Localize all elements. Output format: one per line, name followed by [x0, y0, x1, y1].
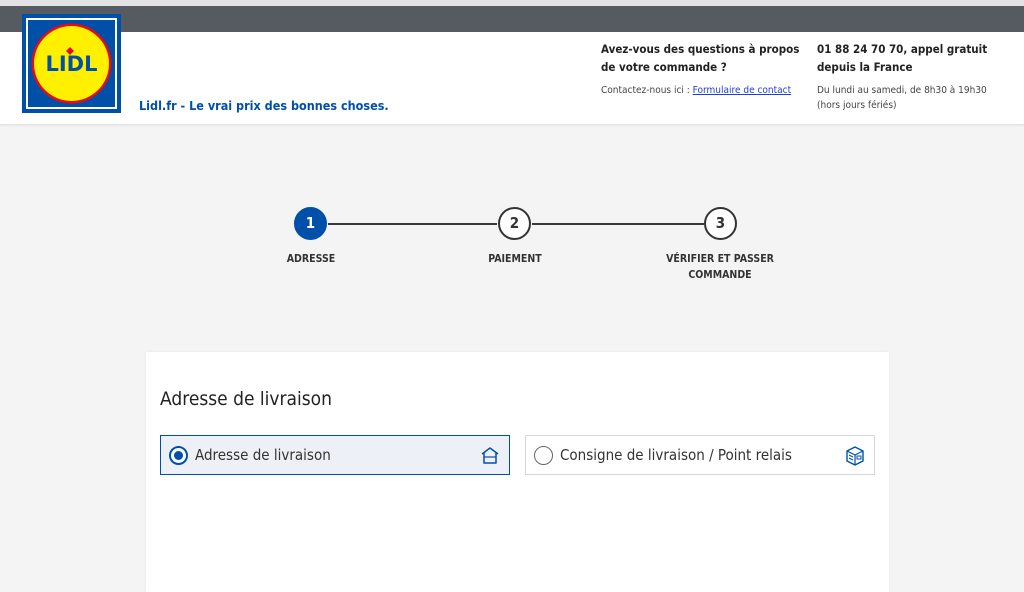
checkout-stepper: 1 ADRESSE 2 PAIEMENT 3 VÉRIFIER ET PASSE… [0, 205, 1024, 315]
phone-section: 01 88 24 70 70, appel gratuit depuis la … [817, 40, 1012, 113]
pickup-point-option[interactable]: Consigne de livraison / Point relais [525, 435, 875, 475]
logo-text: LIDL [45, 52, 97, 76]
phone-number: 01 88 24 70 70, appel gratuit depuis la … [817, 42, 988, 74]
house-icon [480, 445, 500, 469]
home-delivery-radio[interactable] [169, 446, 188, 465]
phone-hours: Du lundi au samedi, de 8h30 à 19h30 (hor… [817, 85, 987, 111]
step-1-label: ADRESSE [286, 253, 336, 265]
site-header: LIDL Lidl.fr - Le vrai prix des bonnes c… [0, 14, 1024, 125]
browser-toolbar [0, 0, 1024, 32]
step-3-label: VÉRIFIER ET PASSER COMMANDE [666, 253, 774, 281]
step-connector [532, 223, 704, 225]
delivery-title: Adresse de livraison [160, 388, 332, 410]
site-tagline: Lidl.fr - Le vrai prix des bonnes choses… [139, 98, 389, 113]
help-question: Avez-vous des questions à propos de votr… [601, 42, 800, 74]
step-3-circle: 3 [704, 207, 737, 240]
lidl-logo-icon: LIDL [22, 14, 121, 113]
parcel-locker-icon [844, 445, 866, 471]
lidl-logo[interactable]: LIDL [22, 14, 121, 113]
step-2-label: PAIEMENT [488, 253, 542, 265]
home-delivery-option[interactable]: Adresse de livraison [160, 435, 510, 475]
help-section: Avez-vous des questions à propos de votr… [601, 40, 801, 96]
step-2-circle: 2 [498, 207, 531, 240]
contact-prefix: Contactez-nous ici : [601, 85, 693, 96]
delivery-card: Adresse de livraison Adresse de livraiso… [146, 352, 889, 592]
pickup-point-label: Consigne de livraison / Point relais [560, 446, 792, 464]
pickup-point-radio[interactable] [534, 446, 553, 465]
contact-line: Contactez-nous ici : Formulaire de conta… [601, 85, 801, 96]
contact-form-link[interactable]: Formulaire de contact [693, 85, 791, 96]
step-connector [328, 223, 497, 225]
step-1-circle[interactable]: 1 [294, 207, 327, 240]
home-delivery-label: Adresse de livraison [195, 446, 331, 464]
